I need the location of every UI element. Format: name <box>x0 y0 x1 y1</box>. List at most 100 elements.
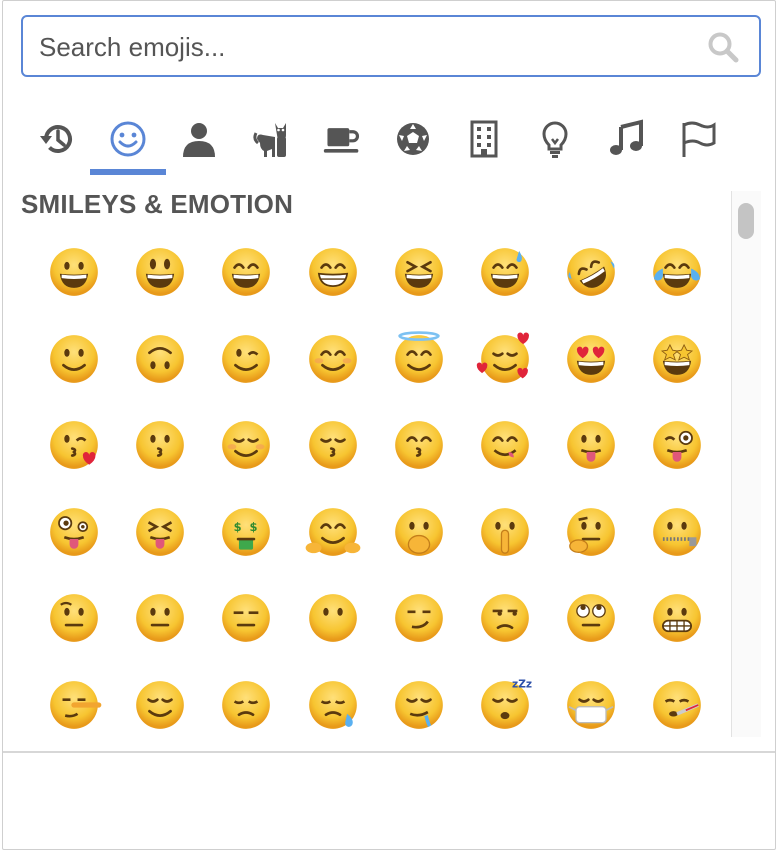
emoji-smiling-face[interactable] <box>203 402 289 488</box>
emoji-kissing-face-smiling-eyes[interactable] <box>376 402 462 488</box>
person-icon <box>179 119 219 164</box>
soccer-ball-icon <box>393 119 433 164</box>
emoji-unamused-face[interactable] <box>462 575 548 661</box>
section-title: SMILEYS & EMOTION <box>21 189 294 219</box>
emoji-face-tears-of-joy[interactable] <box>634 229 720 315</box>
emoji-face-icon <box>222 248 271 296</box>
emoji-star-struck[interactable] <box>634 316 720 402</box>
emoji-grinning-face[interactable] <box>31 229 117 315</box>
tab-activities[interactable] <box>375 107 451 175</box>
emoji-face-icon <box>136 680 185 729</box>
tab-food[interactable] <box>304 107 380 175</box>
emoji-face-thermometer[interactable] <box>634 662 720 738</box>
emoji-face-icon <box>567 680 616 729</box>
emoji-money-mouth-face[interactable]: $ $ <box>203 489 289 575</box>
emoji-pensive-face[interactable] <box>203 662 289 738</box>
emoji-expressionless-face[interactable] <box>203 575 289 661</box>
tab-symbols[interactable] <box>589 107 665 175</box>
emoji-drooling-face[interactable] <box>376 662 462 738</box>
emoji-face-icon <box>222 594 271 642</box>
tab-flags[interactable] <box>660 107 736 175</box>
emoji-kissing-face[interactable] <box>117 402 203 488</box>
emoji-face-blowing-kiss[interactable] <box>31 402 117 488</box>
emoji-face-icon <box>481 248 529 296</box>
emoji-face-icon <box>394 594 443 642</box>
tab-objects[interactable] <box>517 107 593 175</box>
scrollbar-thumb[interactable] <box>738 203 754 239</box>
emoji-face-without-mouth[interactable] <box>290 575 376 661</box>
emoji-thinking-face[interactable] <box>548 489 634 575</box>
emoji-winking-face-tongue[interactable] <box>634 402 720 488</box>
emoji-grinning-face-big-eyes[interactable] <box>117 229 203 315</box>
emoji-grinning-squinting-face[interactable] <box>376 229 462 315</box>
emoji-zany-face[interactable] <box>31 489 117 575</box>
scrollbar[interactable] <box>731 191 761 737</box>
emoji-face-icon <box>394 330 443 383</box>
emoji-relieved-face[interactable] <box>117 662 203 738</box>
emoji-sleeping-face[interactable]: zZz <box>462 662 548 738</box>
emoji-grimacing-face[interactable] <box>634 575 720 661</box>
emoji-face-raised-eyebrow[interactable] <box>31 575 117 661</box>
emoji-grid: $ $ zZz <box>31 229 731 737</box>
emoji-face-icon <box>222 421 271 469</box>
emoji-upside-down-face[interactable] <box>117 316 203 402</box>
emoji-zipper-mouth-face[interactable] <box>634 489 720 575</box>
emoji-face-icon <box>567 421 616 469</box>
emoji-smiling-face-hearts[interactable] <box>462 316 548 402</box>
emoji-face-medical-mask[interactable] <box>548 662 634 738</box>
emoji-face-icon <box>567 507 616 556</box>
emoji-smiling-face-halo[interactable] <box>376 316 462 402</box>
emoji-sleepy-face[interactable] <box>290 662 376 738</box>
svg-text:$: $ <box>234 520 242 534</box>
emoji-face-icon <box>567 594 616 642</box>
emoji-hugging-face[interactable] <box>290 489 376 575</box>
emoji-face-icon <box>50 421 98 469</box>
emoji-face-hand-over-mouth[interactable] <box>376 489 462 575</box>
tab-recent[interactable] <box>19 107 95 175</box>
emoji-lying-face[interactable] <box>31 662 117 738</box>
emoji-beaming-face[interactable] <box>290 229 376 315</box>
search-input[interactable] <box>37 17 691 77</box>
flag-icon <box>678 119 718 164</box>
emoji-face-icon <box>222 680 271 729</box>
emoji-grinning-face-sweat[interactable] <box>462 229 548 315</box>
emoji-face-icon <box>308 680 357 729</box>
emoji-winking-face[interactable] <box>203 316 289 402</box>
emoji-kissing-face-closed-eyes[interactable] <box>290 402 376 488</box>
emoji-smirking-face[interactable] <box>376 575 462 661</box>
emoji-heart-eyes-face[interactable] <box>548 316 634 402</box>
lightbulb-icon <box>535 119 575 164</box>
emoji-face-icon <box>394 421 443 469</box>
emoji-face-icon <box>136 507 185 556</box>
emoji-neutral-face[interactable] <box>117 575 203 661</box>
emoji-face-savoring-food[interactable] <box>462 402 548 488</box>
emoji-face-icon <box>50 248 98 296</box>
search-icon[interactable] <box>707 31 739 63</box>
emoji-face-with-tongue[interactable] <box>548 402 634 488</box>
tab-people[interactable] <box>161 107 237 175</box>
emoji-face-rolling-eyes[interactable] <box>548 575 634 661</box>
emoji-squinting-face-tongue[interactable] <box>117 489 203 575</box>
emoji-face-icon <box>481 594 529 642</box>
category-tabs <box>21 107 761 175</box>
emoji-face-icon <box>481 421 529 469</box>
tab-smileys[interactable] <box>90 107 167 175</box>
emoji-face-icon <box>50 680 102 729</box>
emoji-face-icon <box>653 594 702 642</box>
clock-history-icon <box>37 119 77 164</box>
emoji-face-icon <box>50 334 98 383</box>
emoji-shushing-face[interactable] <box>462 489 548 575</box>
emoji-face-icon <box>653 421 702 469</box>
emoji-face-icon <box>305 507 360 556</box>
emoji-rolling-on-floor-laughing[interactable] <box>548 229 634 315</box>
emoji-slightly-smiling-face[interactable] <box>31 316 117 402</box>
emoji-face-icon <box>50 594 98 642</box>
emoji-smiling-face-smiling-eyes[interactable] <box>290 316 376 402</box>
smiley-icon <box>108 119 148 164</box>
emoji-face-icon <box>308 334 357 383</box>
emoji-face-icon <box>308 421 357 469</box>
tab-animals[interactable] <box>233 107 309 175</box>
emoji-grinning-face-smiling-eyes[interactable] <box>203 229 289 315</box>
search-box[interactable] <box>21 15 761 77</box>
tab-travel[interactable] <box>446 107 522 175</box>
